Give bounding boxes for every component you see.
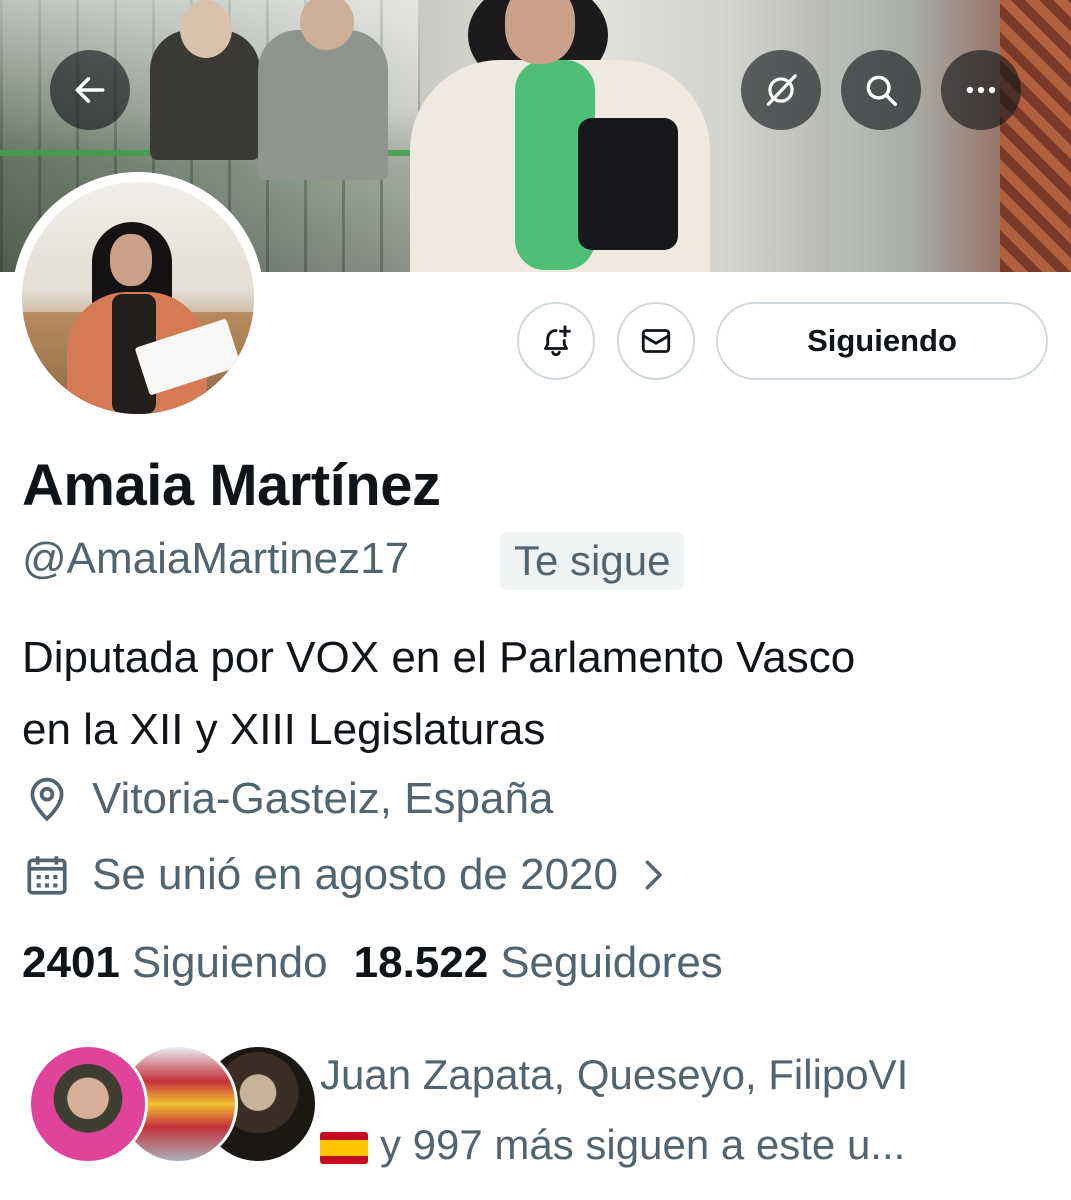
followers-you-know-names: Juan Zapata, Queseyo, FilipoVI — [320, 1051, 909, 1098]
location-row: Vitoria-Gasteiz, España — [22, 774, 553, 824]
more-button[interactable] — [941, 50, 1021, 130]
banner-bag — [578, 118, 678, 250]
back-button[interactable] — [50, 50, 130, 130]
search-icon — [866, 75, 897, 106]
more-horizontal-icon — [966, 86, 996, 94]
profile-bio: Diputada por VOX en el Parlamento Vasco … — [22, 622, 1052, 766]
avatar-photo-face — [110, 234, 152, 286]
following-stat[interactable]: 2401 Siguiendo — [22, 938, 328, 988]
followers-stat[interactable]: 18.522 Seguidores — [354, 938, 723, 988]
joined-text: Se unió en agosto de 2020 — [92, 850, 619, 899]
banner-person — [258, 30, 388, 180]
search-button[interactable] — [841, 50, 921, 130]
followers-you-know-text: Juan Zapata, Queseyo, FilipoVI y 997 más… — [320, 1040, 908, 1180]
banner-door — [720, 0, 830, 272]
followers-you-know-more: y 997 más siguen a este u... — [320, 1110, 908, 1180]
bio-line: Diputada por VOX en el Parlamento Vasco — [22, 633, 856, 682]
banner-wall — [1000, 0, 1071, 272]
calendar-icon — [27, 856, 67, 895]
avatar-photo — [22, 182, 254, 414]
message-button[interactable] — [617, 302, 695, 380]
avatar[interactable] — [12, 172, 264, 424]
arrow-left-icon — [75, 77, 105, 103]
follower-avatar — [28, 1044, 148, 1164]
location-pin-icon — [30, 777, 64, 822]
banner-person-head — [180, 0, 232, 58]
following-button[interactable]: Siguiendo — [716, 302, 1048, 380]
grok-icon — [766, 74, 797, 106]
location-text: Vitoria-Gasteiz, España — [92, 774, 554, 823]
follows-you-badge: Te sigue — [500, 532, 685, 590]
banner-woman-face — [505, 0, 575, 64]
bell-plus-icon — [544, 325, 571, 357]
bio-line: en la XII y XIII Legislaturas — [22, 705, 546, 754]
chevron-right-icon — [645, 860, 662, 890]
profile-handle: @AmaiaMartinez17 — [22, 534, 410, 583]
followers-count: 18.522 — [353, 938, 489, 987]
joined-date-row[interactable]: Se unió en agosto de 2020 — [22, 850, 670, 900]
profile-name: Amaia Martínez — [22, 453, 441, 518]
followers-you-know[interactable]: Juan Zapata, Queseyo, FilipoVI y 997 más… — [28, 1040, 1058, 1170]
notifications-button[interactable] — [517, 302, 595, 380]
followers-you-know-more-text: y 997 más siguen a este u... — [380, 1121, 906, 1168]
spain-flag-icon — [320, 1131, 368, 1164]
envelope-icon — [641, 329, 671, 353]
following-label: Siguiendo — [131, 938, 328, 987]
grok-button[interactable] — [741, 50, 821, 130]
following-count: 2401 — [22, 938, 120, 987]
profile-stats: 2401 Siguiendo 18.522 Seguidores — [22, 938, 723, 988]
followers-label: Seguidores — [500, 938, 723, 987]
